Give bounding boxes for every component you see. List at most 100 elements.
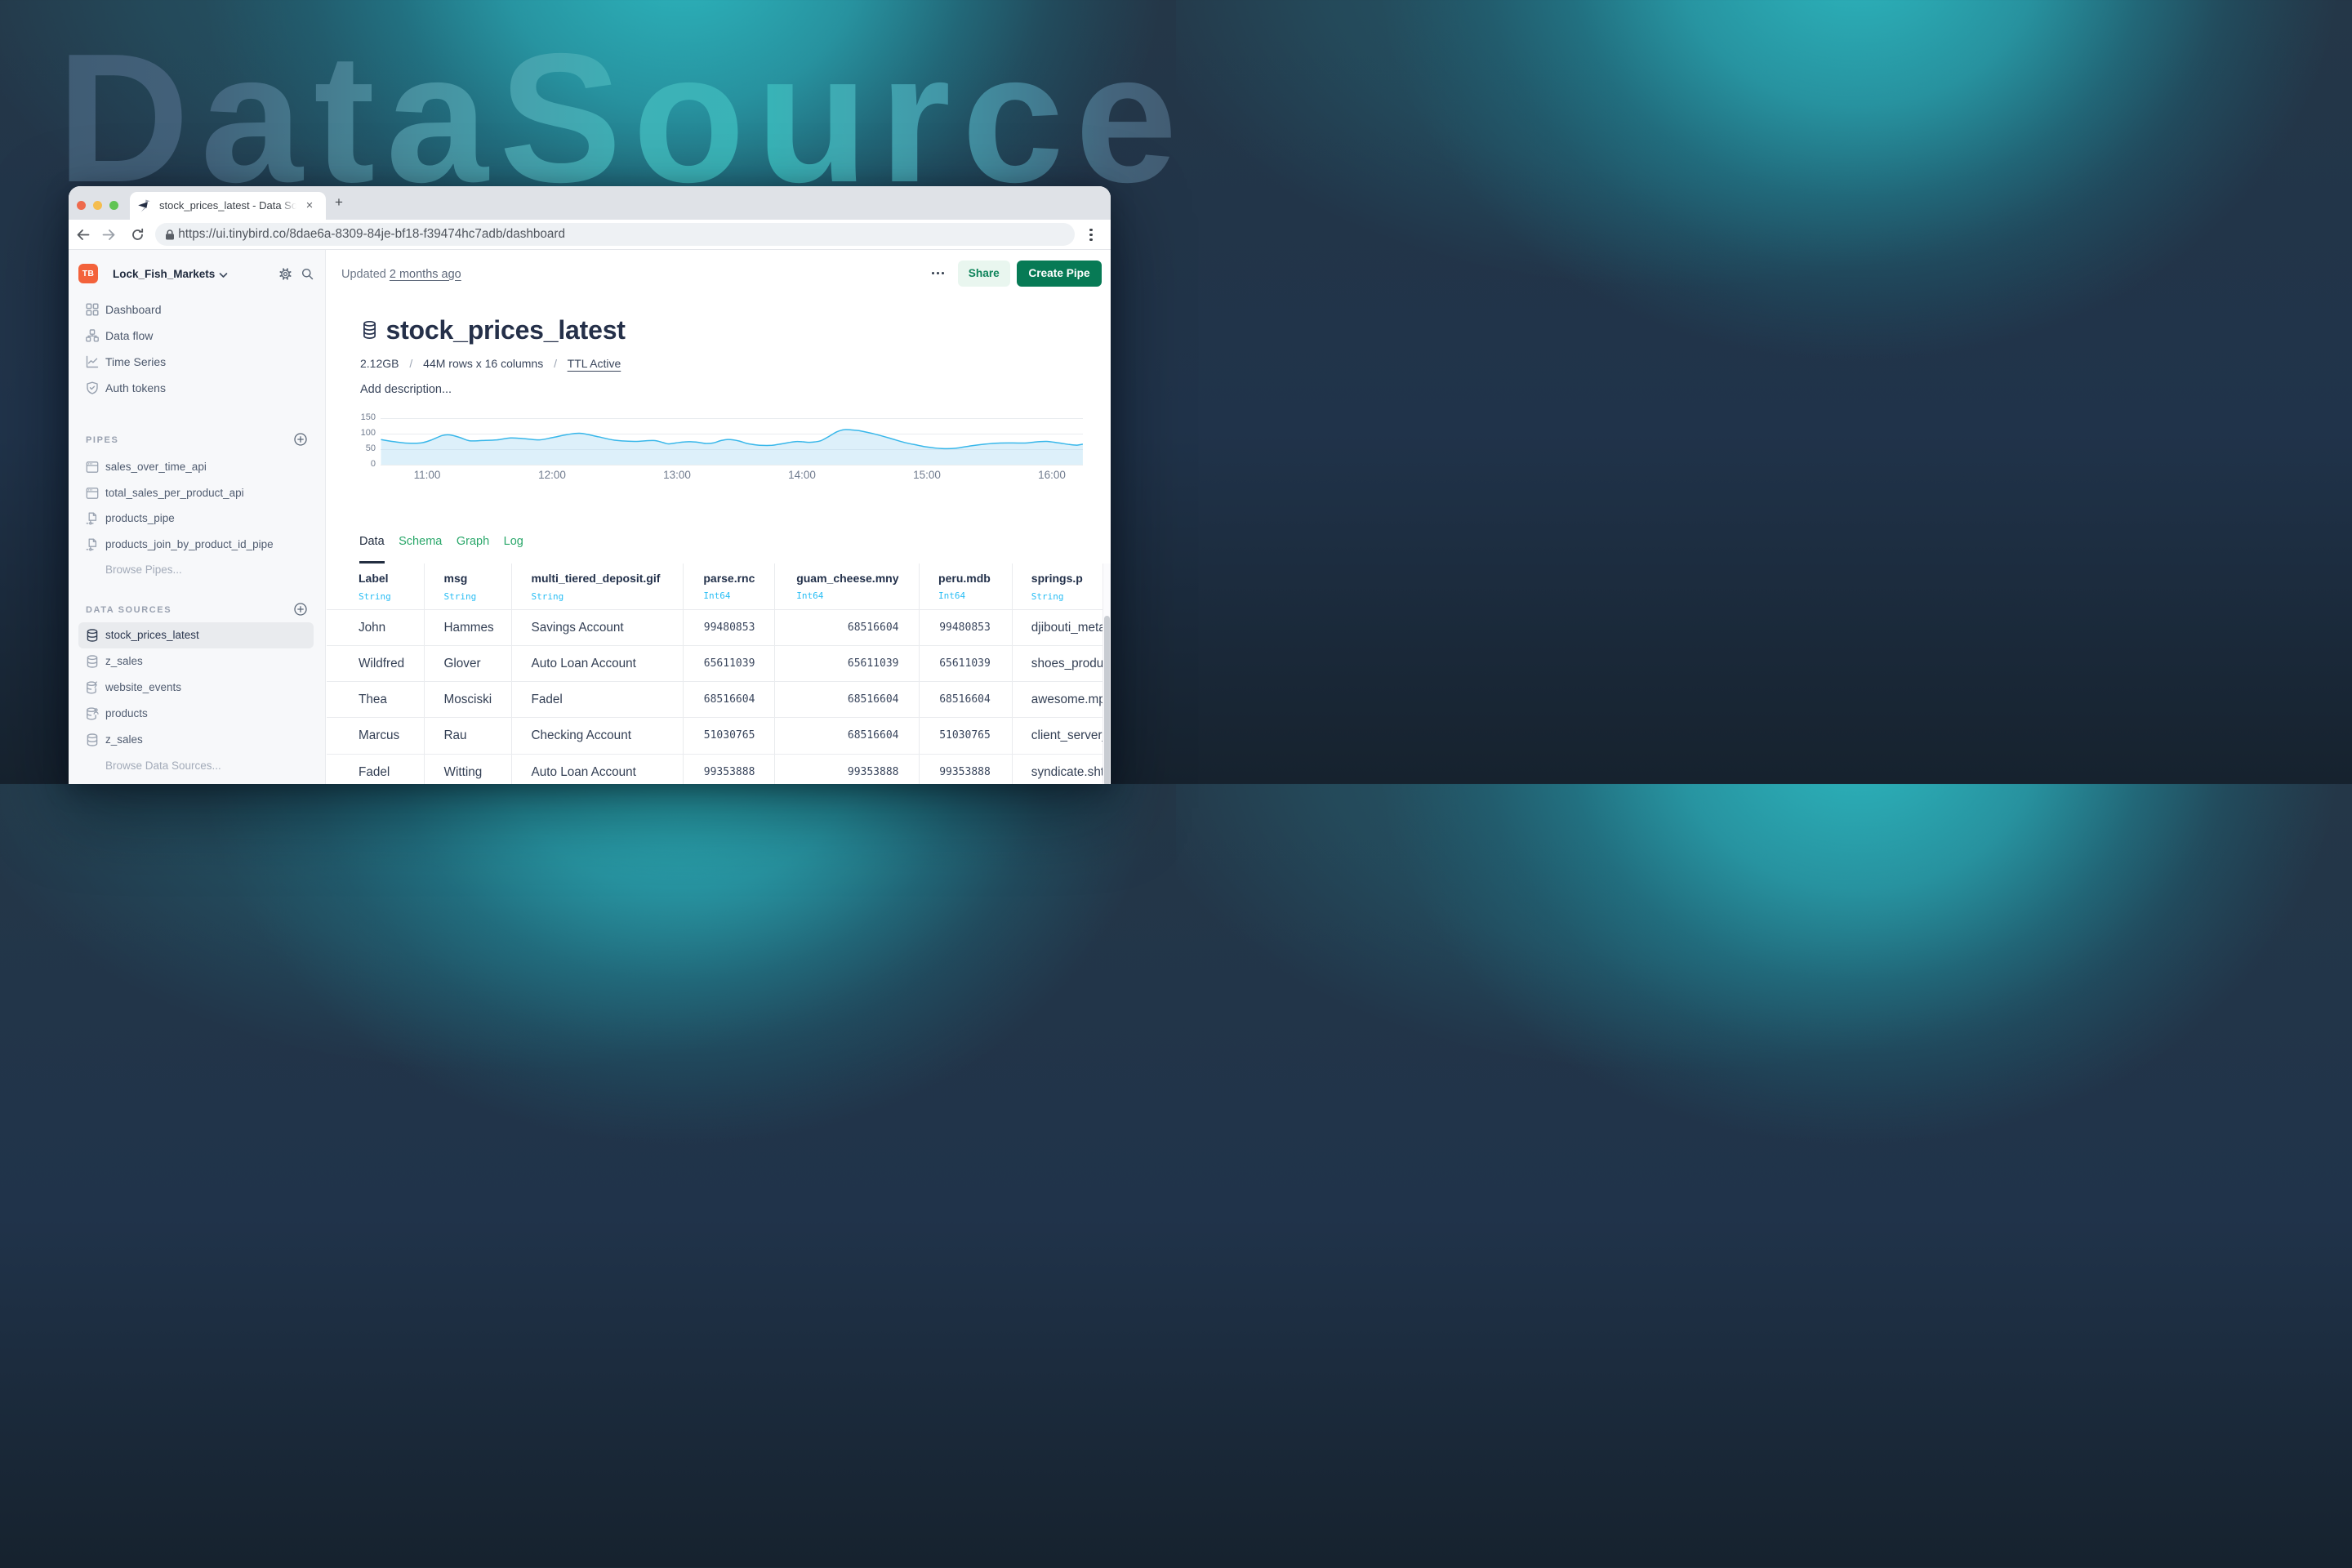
browser-tab[interactable]: stock_prices_latest - Data Sources · Tin…	[130, 192, 326, 220]
shield-check-icon	[86, 381, 99, 394]
table-cell: djibouti_metal	[1031, 610, 1102, 646]
sidebar-item-auth-tokens[interactable]: Auth tokens	[69, 375, 326, 401]
tab-data[interactable]: Data	[359, 535, 385, 548]
tab-graph[interactable]: Graph	[457, 535, 489, 548]
traffic-light-close[interactable]	[77, 201, 86, 210]
background-watermark: DataSource	[57, 26, 1188, 210]
forward-icon[interactable]	[102, 228, 116, 242]
sidebar-item-datasource[interactable]: z_sales	[69, 648, 326, 675]
pipe-icon	[86, 538, 99, 551]
updated-status: Updated 2 months ago	[341, 268, 461, 281]
sidebar-item-label: total_sales_per_product_api	[105, 487, 244, 499]
updated-time-link[interactable]: 2 months ago	[390, 268, 461, 281]
ttl-active-link[interactable]: TTL Active	[568, 357, 621, 370]
traffic-light-minimize[interactable]	[93, 201, 102, 210]
column-type: Int64	[703, 590, 755, 601]
workspace-name[interactable]: Lock_Fish_Markets	[113, 268, 215, 280]
table-scrollbar-track[interactable]	[1102, 564, 1111, 784]
sidebar-item-datasource[interactable]: z_sales	[69, 727, 326, 753]
add-data-source-icon[interactable]	[294, 603, 307, 616]
table-cell: 65611039	[939, 646, 991, 682]
column-header[interactable]: multi_tiered_deposit.gif	[532, 572, 661, 585]
search-icon[interactable]	[301, 268, 314, 280]
tab-schema[interactable]: Schema	[399, 535, 442, 548]
sidebar-item-datasource-selected[interactable]: stock_prices_latest	[78, 622, 314, 648]
table-cell: Fadel	[532, 682, 563, 718]
table-cell: 68516604	[848, 610, 899, 646]
reload-icon[interactable]	[131, 228, 145, 242]
back-icon[interactable]	[76, 228, 90, 242]
description-placeholder[interactable]: Add description...	[360, 383, 452, 396]
table-cell: 68516604	[848, 682, 899, 718]
column-header-group[interactable]: peru.mdb Int64	[938, 572, 991, 601]
sidebar-item-label: website_events	[105, 681, 181, 693]
sidebar: TB Lock_Fish_Markets Dashboard	[69, 250, 326, 784]
pipes-section-header: PIPES	[86, 435, 118, 445]
sidebar-item-label: Auth tokens	[105, 381, 166, 394]
table-cell: client_server_f	[1031, 718, 1102, 754]
sidebar-item-pipe[interactable]: products_pipe	[69, 506, 326, 532]
column-header-group[interactable]: parse.rnc Int64	[703, 572, 755, 601]
api-endpoint-icon	[86, 461, 99, 474]
table-row[interactable]: Marcus Rau Checking Account 51030765 685…	[327, 718, 1102, 754]
more-options-icon[interactable]	[932, 272, 945, 274]
browse-pipes-link[interactable]: Browse Pipes...	[105, 564, 182, 576]
new-tab-button[interactable]: +	[332, 196, 345, 209]
table-row[interactable]: John Hammes Savings Account 99480853 685…	[327, 610, 1102, 646]
table-cell: awesome.mp4	[1031, 682, 1102, 718]
column-header-group[interactable]: guam_cheese.mny Int64	[796, 572, 898, 601]
table-cell: Rau	[444, 718, 467, 754]
sidebar-item-datasource[interactable]: products	[69, 701, 326, 727]
x-axis-tick: 13:00	[653, 469, 702, 481]
table-row[interactable]: Wildfred Glover Auto Loan Account 656110…	[327, 646, 1102, 682]
updated-label: Updated	[341, 268, 386, 281]
sidebar-item-pipe[interactable]: sales_over_time_api	[69, 454, 326, 480]
datasource-title-icon	[363, 321, 376, 339]
share-button[interactable]: Share	[958, 261, 1010, 287]
sidebar-item-data-flow[interactable]: Data flow	[69, 323, 326, 349]
table-cell: Checking Account	[532, 718, 631, 754]
meta-separator: /	[554, 357, 557, 370]
column-header[interactable]: guam_cheese.mny	[796, 572, 898, 585]
column-type: Int64	[796, 590, 898, 601]
table-scrollbar-thumb[interactable]	[1104, 616, 1110, 784]
table-cell: shoes_products	[1031, 646, 1102, 682]
sidebar-item-pipe[interactable]: total_sales_per_product_api	[69, 480, 326, 506]
workspace-logo[interactable]: TB	[78, 264, 98, 283]
column-header[interactable]: msg	[444, 572, 468, 585]
create-pipe-button[interactable]: Create Pipe	[1017, 261, 1102, 287]
browser-window: stock_prices_latest - Data Sources · Tin…	[69, 186, 1111, 784]
url-text: https://ui.tinybird.co/8dae6a-8309-84je-…	[178, 227, 565, 242]
sidebar-item-pipe[interactable]: products_join_by_product_id_pipe	[69, 532, 326, 558]
sidebar-item-label: products_join_by_product_id_pipe	[105, 538, 274, 550]
tab-close-icon[interactable]: ×	[303, 199, 316, 212]
lock-icon	[165, 229, 175, 240]
table-cell: 51030765	[704, 718, 755, 754]
tinybird-app: TB Lock_Fish_Markets Dashboard	[69, 250, 1111, 784]
column-header[interactable]: parse.rnc	[703, 572, 755, 585]
chevron-down-icon[interactable]	[219, 272, 228, 278]
sidebar-item-label: products	[105, 707, 148, 719]
column-header[interactable]: peru.mdb	[938, 572, 991, 585]
column-header[interactable]: springs.p	[1031, 572, 1083, 585]
sidebar-item-time-series[interactable]: Time Series	[69, 349, 326, 375]
table-cell: syndicate.shtml	[1031, 755, 1102, 785]
sidebar-item-dashboard[interactable]: Dashboard	[69, 296, 326, 323]
tab-log[interactable]: Log	[504, 535, 523, 548]
table-row[interactable]: Fadel Witting Auto Loan Account 99353888…	[327, 755, 1102, 785]
area-chart	[381, 412, 1083, 466]
sidebar-item-datasource[interactable]: website_events	[69, 675, 326, 701]
url-bar[interactable]: https://ui.tinybird.co/8dae6a-8309-84je-…	[155, 223, 1075, 246]
traffic-light-zoom[interactable]	[109, 201, 118, 210]
column-type: Int64	[938, 590, 991, 601]
column-header[interactable]: Label	[359, 572, 389, 585]
tab-title: stock_prices_latest - Data Sources · Tin…	[159, 199, 296, 212]
sidebar-item-label: Data flow	[105, 329, 153, 342]
pipe-icon	[86, 512, 99, 525]
add-pipe-icon[interactable]	[294, 433, 307, 446]
browser-menu-icon[interactable]	[1089, 229, 1093, 243]
table-row[interactable]: Thea Mosciski Fadel 68516604 68516604 68…	[327, 682, 1102, 718]
database-user-icon	[86, 707, 99, 720]
settings-gear-icon[interactable]	[279, 268, 292, 280]
browse-data-sources-link[interactable]: Browse Data Sources...	[105, 760, 221, 772]
